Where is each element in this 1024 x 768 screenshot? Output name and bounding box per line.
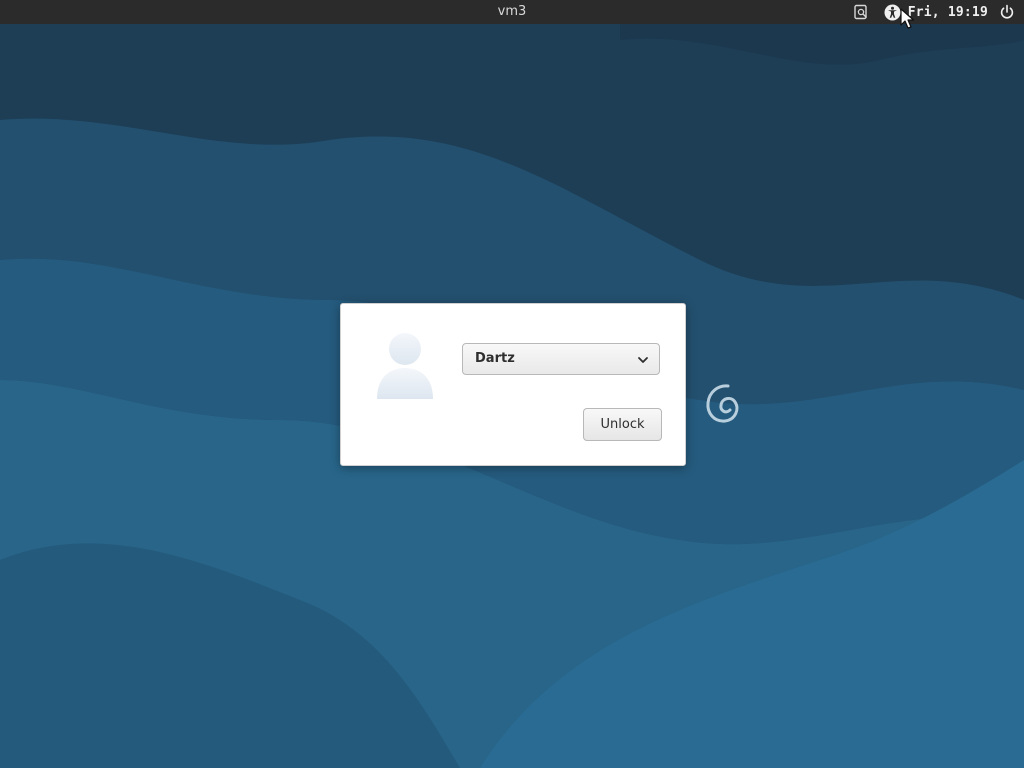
- mouse-cursor-icon: [900, 8, 915, 29]
- clock[interactable]: Fri, 19:19: [908, 5, 988, 20]
- unlock-button[interactable]: Unlock: [583, 408, 662, 441]
- debian-swirl-icon: [706, 384, 739, 423]
- user-avatar-icon: [377, 333, 433, 399]
- chevron-down-icon: [638, 357, 648, 363]
- top-panel: vm3 Fri, 19:19: [0, 0, 1024, 24]
- selected-user-label: Dartz: [475, 351, 515, 366]
- keyboard-layout-icon[interactable]: [852, 3, 870, 21]
- power-icon[interactable]: [998, 3, 1016, 21]
- unlock-dialog: Dartz Unlock: [340, 303, 686, 466]
- lock-screen: vm3 Fri, 19:19 Dartz Unlock: [0, 0, 1024, 768]
- user-select-combobox[interactable]: Dartz: [462, 343, 660, 375]
- system-tray: Fri, 19:19: [852, 3, 1016, 21]
